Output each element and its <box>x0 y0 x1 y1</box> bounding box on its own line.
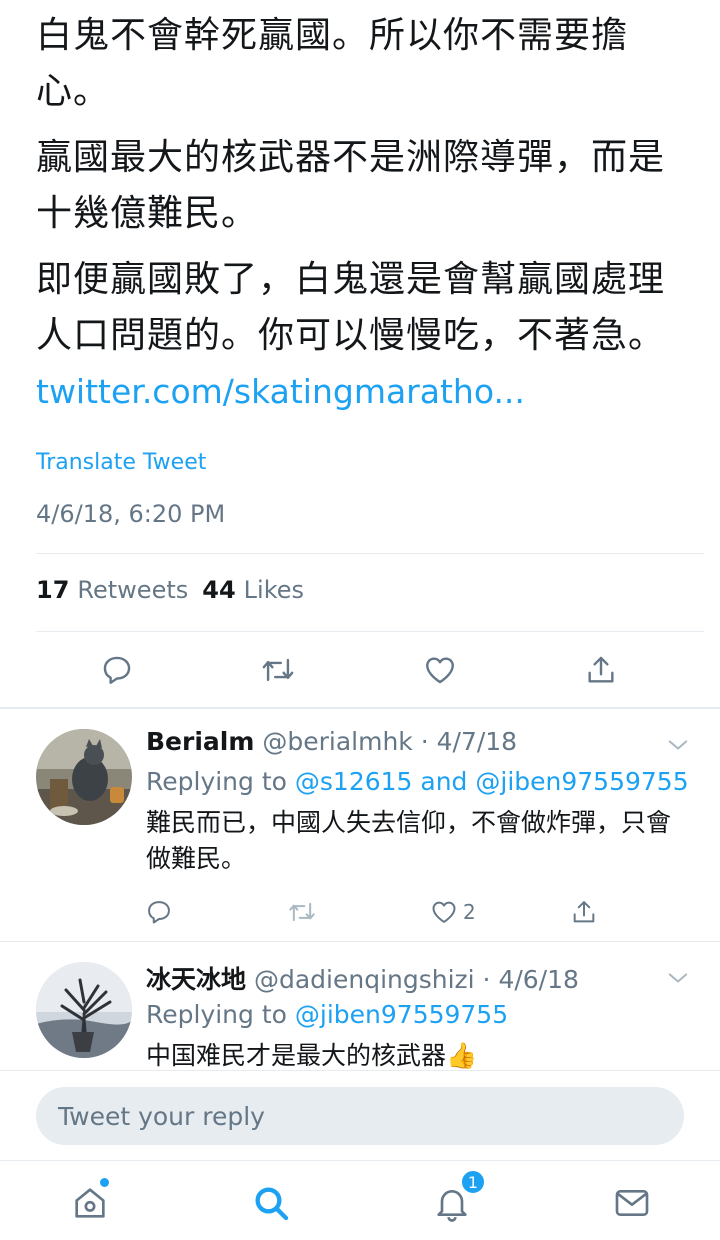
mentions-link[interactable]: @s12615 and @jiben97559755 <box>295 767 689 796</box>
share-icon[interactable] <box>581 650 621 690</box>
divider <box>36 631 704 632</box>
reply-tweet[interactable]: 冰天冰地 @dadienqingshizi · 4/6/18 Replying … <box>0 942 720 1070</box>
home-icon[interactable] <box>70 1183 110 1223</box>
replying-to: Replying to @jiben97559755 <box>146 1000 508 1029</box>
reply-icon[interactable] <box>145 898 173 926</box>
tweet-paragraph-3: 即便贏國敗了，白鬼還是會幫贏國處理人口問題的。你可以慢慢吃，不著急。 twitt… <box>36 252 696 420</box>
tweet-body: 白鬼不會幹死贏國。所以你不需要擔心。 贏國最大的核武器不是洲際導彈，而是十幾億難… <box>36 8 696 420</box>
search-icon[interactable] <box>251 1183 291 1223</box>
retweets-count[interactable]: 17 <box>36 576 69 604</box>
chevron-down-icon[interactable] <box>664 731 692 759</box>
tweet-link[interactable]: twitter.com/skatingmaratho... <box>36 372 525 411</box>
reply-input[interactable]: Tweet your reply <box>36 1087 684 1145</box>
reply-tweet[interactable]: Berialm @berialmhk · 4/7/18 Replying to … <box>0 709 720 941</box>
retweet-icon[interactable] <box>286 898 318 926</box>
avatar[interactable] <box>36 729 132 825</box>
divider <box>36 553 704 554</box>
mentions-link[interactable]: @jiben97559755 <box>295 1000 508 1029</box>
retweet-button[interactable] <box>286 895 318 929</box>
translate-tweet-link[interactable]: Translate Tweet <box>36 450 206 475</box>
reply-text: 中国难民才是最大的核武器👍 <box>146 1041 478 1070</box>
like-count: 2 <box>463 900 476 924</box>
reply-author: 冰天冰地 @dadienqingshizi · 4/6/18 <box>146 960 579 996</box>
author-handle-date: @berialmhk · 4/7/18 <box>262 727 518 756</box>
share-icon[interactable] <box>570 898 598 926</box>
tweet-timestamp: 4/6/18, 6:20 PM <box>36 500 226 528</box>
like-icon[interactable] <box>420 650 460 690</box>
tweet-stats: 17 Retweets 44 Likes <box>36 576 318 604</box>
author-handle-date: @dadienqingshizi · 4/6/18 <box>253 965 579 994</box>
reply-author: Berialm @berialmhk · 4/7/18 <box>146 727 517 756</box>
avatar[interactable] <box>36 962 132 1058</box>
messages-icon[interactable] <box>612 1183 652 1223</box>
reply-composer-bar: Tweet your reply <box>0 1070 720 1160</box>
replying-to-prefix: Replying to <box>146 767 295 796</box>
tweet-paragraph-3-text: 即便贏國敗了，白鬼還是會幫贏國處理人口問題的。你可以慢慢吃，不著急。 <box>36 259 666 356</box>
notifications-badge: 1 <box>460 1169 486 1195</box>
reply-button[interactable] <box>145 895 173 929</box>
tweet-paragraph-2: 贏國最大的核武器不是洲際導彈，而是十幾億難民。 <box>36 137 666 234</box>
retweets-label[interactable]: Retweets <box>77 576 188 604</box>
share-button[interactable] <box>570 895 598 929</box>
reply-text: 難民而已，中國人失去信仰，不會做炸彈，只會做難民。 <box>146 808 672 873</box>
like-button[interactable]: 2 <box>429 895 476 929</box>
author-name[interactable]: Berialm <box>146 727 254 756</box>
replying-to-prefix: Replying to <box>146 1000 295 1029</box>
reply-icon[interactable] <box>97 650 137 690</box>
likes-label[interactable]: Likes <box>244 576 304 604</box>
like-icon[interactable] <box>429 898 459 926</box>
retweet-icon[interactable] <box>258 650 298 690</box>
bottom-tab-bar: 1 <box>0 1160 720 1240</box>
author-name[interactable]: 冰天冰地 <box>146 965 246 994</box>
tweet-paragraph-1: 白鬼不會幹死贏國。所以你不需要擔心。 <box>36 15 629 112</box>
likes-count[interactable]: 44 <box>202 576 235 604</box>
chevron-down-icon[interactable] <box>664 964 692 992</box>
tweet-action-bar <box>0 640 720 700</box>
replying-to: Replying to @s12615 and @jiben97559755 <box>146 767 689 796</box>
